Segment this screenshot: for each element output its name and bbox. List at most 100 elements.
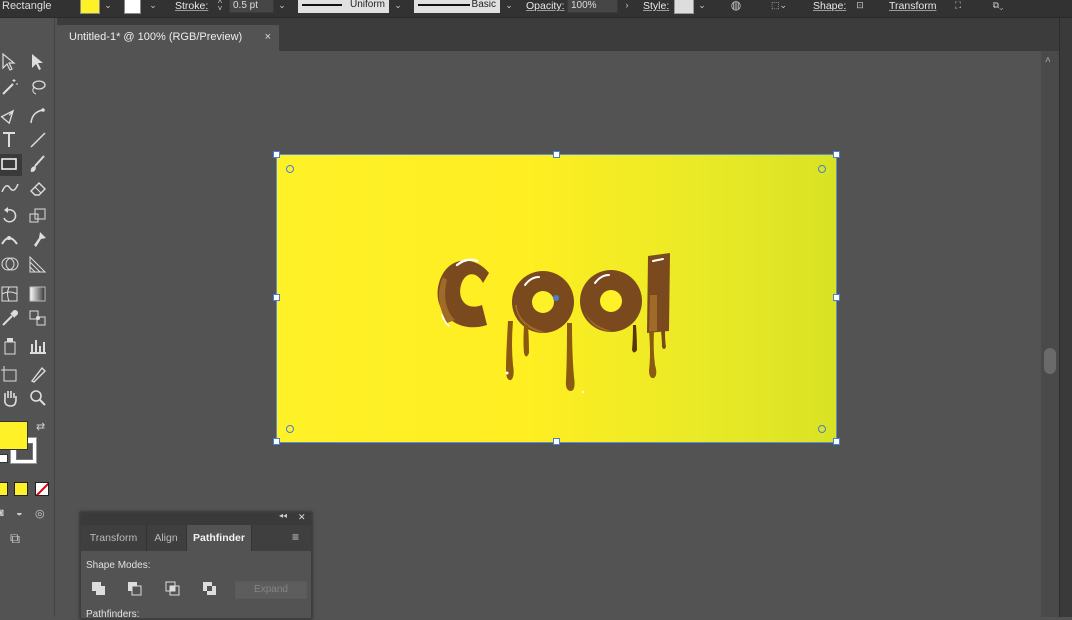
direct-selection-icon[interactable] [28, 52, 50, 74]
handle-top-left[interactable] [273, 151, 280, 158]
corner-widget-top-left[interactable] [286, 165, 294, 173]
corner-widget-bottom-right[interactable] [818, 425, 826, 433]
brush-dropdown[interactable]: Basic [414, 0, 500, 13]
panel-tabs: Transform Align Pathfinder ≡ [81, 525, 311, 551]
none-mode-icon[interactable] [35, 482, 49, 496]
stroke-dropdown-icon[interactable]: ⌄ [146, 0, 160, 13]
color-mode-icon[interactable] [0, 482, 8, 496]
corner-widget-top-right[interactable] [818, 165, 826, 173]
eraser-icon[interactable] [28, 178, 50, 200]
stroke-weight-dropdown-icon[interactable]: ⌄ [275, 0, 289, 13]
type-icon[interactable] [0, 130, 22, 152]
rotate-icon[interactable] [0, 206, 22, 228]
screen-mode-icon[interactable]: ⧉ [10, 530, 34, 548]
default-colors-icon[interactable] [0, 454, 8, 463]
minus-front-icon[interactable] [127, 581, 145, 597]
selection-icon[interactable] [0, 52, 22, 74]
symbol-sprayer-icon[interactable] [0, 336, 22, 358]
shape-label[interactable]: Shape: [813, 0, 846, 17]
artboard-icon[interactable] [0, 364, 22, 386]
stroke-profile-dropdown[interactable]: Uniform [298, 0, 389, 13]
hand-icon[interactable] [0, 388, 22, 410]
draw-behind-icon[interactable]: ◒ [16, 507, 28, 519]
magic-wand-icon[interactable] [0, 77, 22, 99]
document-tab[interactable]: Untitled-1* @ 100% (RGB/Preview) × [57, 25, 279, 51]
stroke-weight-field[interactable]: 0.5 pt [229, 0, 274, 13]
draw-normal-icon[interactable]: ◙ [0, 507, 9, 519]
fill-color-box[interactable] [0, 421, 28, 450]
panel-header[interactable]: ◂◂ ✕ [81, 511, 311, 525]
shape-properties-icon[interactable]: ⊡ [853, 0, 867, 13]
perspective-icon[interactable] [28, 254, 50, 276]
collapse-panel-icon[interactable]: ◂◂ [279, 511, 287, 520]
fill-swatch[interactable] [80, 0, 100, 14]
eyedropper-icon[interactable] [0, 308, 22, 330]
shaper-icon[interactable] [0, 178, 22, 200]
pathfinders-label: Pathfinders: [86, 609, 140, 620]
mesh-icon[interactable] [0, 284, 22, 306]
expand-button[interactable]: Expand [235, 581, 307, 599]
scroll-up-icon[interactable]: ˄ [1045, 55, 1051, 66]
selection-type-label: Rectangle [2, 0, 52, 12]
unite-icon[interactable] [91, 581, 109, 597]
document-tab-title: Untitled-1* @ 100% (RGB/Preview) [69, 31, 243, 43]
close-panel-icon[interactable]: ✕ [298, 512, 306, 523]
gradient-mode-icon[interactable] [14, 482, 28, 496]
width-icon[interactable] [0, 230, 22, 252]
handle-top-right[interactable] [833, 151, 840, 158]
swap-fill-stroke-icon[interactable]: ⇄ [36, 420, 45, 433]
brush-chevron-icon[interactable]: ⌄ [502, 0, 516, 13]
rectangle-icon[interactable] [0, 154, 22, 176]
line-icon[interactable] [28, 130, 50, 152]
corner-widget-bottom-left[interactable] [286, 425, 294, 433]
curvature-icon[interactable] [28, 106, 50, 128]
handle-bottom-right[interactable] [833, 438, 840, 445]
handle-bottom-left[interactable] [273, 438, 280, 445]
paintbrush-icon[interactable] [28, 154, 50, 176]
pathfinder-panel: ◂◂ ✕ Transform Align Pathfinder ≡ Shape … [80, 511, 312, 620]
align-options-icon[interactable]: ⬚⌄ [767, 0, 791, 13]
style-dropdown-icon[interactable]: ⌄ [695, 0, 709, 13]
scale-icon[interactable] [28, 206, 50, 228]
lasso-icon[interactable] [28, 77, 50, 99]
arrange-options-icon[interactable]: ⧉⌄ [983, 0, 1013, 13]
tab-transform[interactable]: Transform [81, 525, 147, 551]
stroke-swatch[interactable] [124, 0, 141, 14]
slice-icon[interactable] [28, 364, 50, 386]
blend-icon[interactable] [28, 308, 50, 330]
scroll-thumb[interactable] [1044, 348, 1056, 374]
stroke-label[interactable]: Stroke: [175, 0, 208, 17]
vertical-scrollbar[interactable]: ˄ [1041, 51, 1059, 617]
pen-icon[interactable] [0, 106, 22, 128]
shape-builder-icon[interactable] [0, 254, 22, 276]
opacity-field[interactable]: 100% [567, 0, 618, 13]
zoom-icon[interactable] [28, 388, 50, 410]
fill-dropdown-icon[interactable]: ⌄ [101, 0, 115, 13]
artboard[interactable] [276, 154, 837, 443]
isolate-icon[interactable]: ⛶ [951, 0, 965, 13]
handle-top-center[interactable] [553, 151, 560, 158]
brush-label: Basic [471, 0, 496, 10]
tab-pathfinder[interactable]: Pathfinder [187, 525, 252, 551]
puppet-warp-icon[interactable] [28, 230, 50, 252]
opacity-label[interactable]: Opacity: [526, 0, 565, 17]
handle-bottom-center[interactable] [553, 438, 560, 445]
recolor-artwork-icon[interactable]: ◍ [729, 0, 743, 13]
close-tab-icon[interactable]: × [265, 25, 271, 50]
draw-inside-icon[interactable]: ◎ [35, 507, 47, 520]
stroke-profile-chevron-icon[interactable]: ⌄ [391, 0, 405, 13]
tab-align[interactable]: Align [146, 525, 187, 551]
style-swatch[interactable] [674, 0, 694, 14]
gradient-icon[interactable] [28, 284, 50, 306]
graph-icon[interactable] [28, 336, 50, 358]
style-label[interactable]: Style: [643, 0, 669, 17]
transform-link[interactable]: Transform [889, 0, 936, 17]
panel-menu-icon[interactable]: ≡ [292, 530, 299, 544]
exclude-icon[interactable] [202, 581, 220, 597]
opacity-arrow-icon[interactable]: › [620, 0, 634, 13]
intersect-icon[interactable] [165, 581, 183, 597]
cool-artwork[interactable] [277, 155, 836, 442]
handle-middle-left[interactable] [273, 294, 280, 301]
handle-middle-right[interactable] [833, 294, 840, 301]
stroke-stepper-icon[interactable]: ˄ ˅ [213, 0, 227, 13]
